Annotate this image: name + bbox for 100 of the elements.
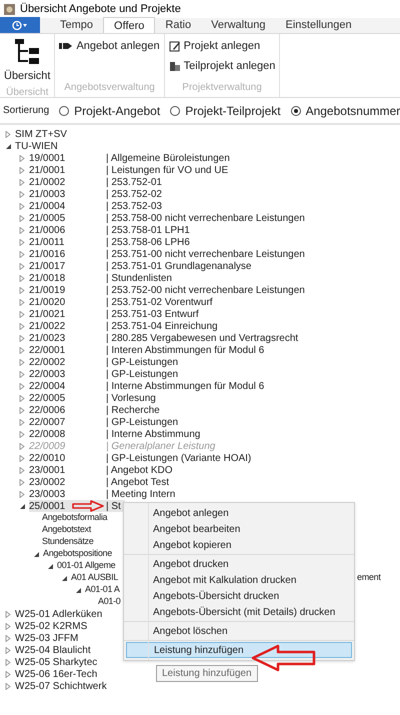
collapsed-icon[interactable] <box>19 454 25 462</box>
menu-item[interactable]: Angebots-Übersicht (mit Details) drucken <box>126 604 352 620</box>
collapsed-icon[interactable] <box>5 670 11 678</box>
collapsed-icon[interactable] <box>19 322 25 330</box>
expanded-icon[interactable] <box>75 586 81 594</box>
collapsed-icon[interactable] <box>19 382 25 390</box>
expanded-icon[interactable] <box>5 142 11 150</box>
app-menu-button[interactable] <box>0 17 40 33</box>
tree-item[interactable]: W25-04 Blaulicht <box>15 642 91 658</box>
collapsed-icon[interactable] <box>19 238 25 246</box>
menu-item[interactable]: Angebot bearbeiten <box>126 521 352 537</box>
expanded-icon[interactable] <box>33 550 39 558</box>
tree-item[interactable]: SIM ZT+SV <box>15 126 67 142</box>
tree-item[interactable]: A01-0 <box>98 595 121 609</box>
tree-item[interactable]: 22/0006 | Recherche <box>29 404 164 416</box>
tree-item[interactable]: 19/0001 | Allgemeine Büroleistungen <box>29 152 234 164</box>
menu-item[interactable]: Angebot kopieren <box>126 537 352 553</box>
collapsed-icon[interactable] <box>19 154 25 162</box>
collapsed-icon[interactable] <box>19 166 25 174</box>
tree-item[interactable]: 23/0001 | Angebot KDO <box>29 464 177 476</box>
tree-item[interactable]: 21/0002 | 253.752-01 <box>29 176 166 188</box>
tree-item[interactable]: 21/0001 | Leistungen für VO und UE <box>29 164 232 176</box>
tree-item[interactable]: 21/0017 | 253.751-01 Grundlagenanalyse <box>29 260 256 272</box>
tree-item[interactable]: A01-01 A <box>85 583 120 597</box>
ribbon-tab[interactable]: Offero <box>103 17 156 33</box>
tree-item[interactable]: 22/0008 | Interne Abstimmung <box>29 428 204 440</box>
collapsed-icon[interactable] <box>19 358 25 366</box>
tree-item[interactable]: 21/0019 | 253.752-00 nicht verrechenbare Leistungen <box>29 284 309 296</box>
collapsed-icon[interactable] <box>19 310 25 318</box>
collapsed-icon[interactable] <box>19 418 25 426</box>
tree-item[interactable]: 21/0011 | 253.758-06 LPH6 <box>29 236 194 248</box>
tree-item[interactable]: 22/0010 | GP-Leistungen (Variante HOAI) <box>29 452 256 464</box>
ribbon-tab[interactable]: Verwaltung <box>201 17 276 33</box>
tree-item[interactable]: 21/0022 | 253.751-04 Einreichung <box>29 320 222 332</box>
tree-item[interactable]: Angebotspositione <box>43 547 112 561</box>
ribbon-tab[interactable]: Ratio <box>155 17 202 33</box>
tree-item[interactable]: W25-02 K2RMS <box>15 618 88 634</box>
collapsed-icon[interactable] <box>19 394 25 402</box>
collapsed-icon[interactable] <box>19 370 25 378</box>
tree-item[interactable]: 001-01 Allgeme <box>57 559 116 573</box>
menu-item[interactable]: Angebot anlegen <box>126 505 352 521</box>
collapsed-icon[interactable] <box>19 250 25 258</box>
expanded-icon[interactable] <box>19 502 25 510</box>
collapsed-icon[interactable] <box>19 286 25 294</box>
collapsed-icon[interactable] <box>5 658 11 666</box>
tree-item[interactable]: 21/0003 | 253.752-02 <box>29 188 166 200</box>
tree-item[interactable]: 21/0020 | 253.751-02 Vorentwurf <box>29 296 217 308</box>
expanded-icon[interactable] <box>47 562 53 570</box>
tree-item[interactable]: Stundensätze <box>42 535 94 549</box>
collapsed-icon[interactable] <box>19 466 25 474</box>
tree-item[interactable]: 21/0018 | Stundenlisten <box>29 272 176 284</box>
tree-item[interactable]: W25-03 JFFM <box>15 630 78 646</box>
collapsed-icon[interactable] <box>5 646 11 654</box>
collapsed-icon[interactable] <box>5 622 11 630</box>
collapsed-icon[interactable] <box>19 442 25 450</box>
ribbon-tab[interactable]: Tempo <box>50 17 104 33</box>
collapsed-icon[interactable] <box>19 262 25 270</box>
menu-item[interactable]: Angebot mit Kalkulation drucken <box>126 572 352 588</box>
tree-item[interactable]: 21/0005 | 253.758-00 nicht verrechenbare Leistungen <box>29 212 309 224</box>
tree-item[interactable]: 22/0005 | Vorlesung <box>29 392 160 404</box>
collapsed-icon[interactable] <box>19 190 25 198</box>
ribbon-button[interactable]: Projekt anlegen <box>168 38 276 54</box>
collapsed-icon[interactable] <box>19 202 25 210</box>
tree-item[interactable]: 21/0023 | 280.285 Vergabewesen und Vertragsrecht <box>29 332 302 344</box>
menu-item[interactable]: Angebots-Übersicht drucken <box>126 588 352 604</box>
collapsed-icon[interactable] <box>19 490 25 498</box>
collapsed-icon[interactable] <box>5 610 11 618</box>
collapsed-icon[interactable] <box>19 406 25 414</box>
tree-item[interactable]: TU-WIEN <box>15 138 58 154</box>
tree-item[interactable]: W25-05 Sharkytec <box>15 654 98 670</box>
tree-item[interactable]: Angebotstext <box>42 523 91 537</box>
tree-item[interactable]: 21/0006 | 253.758-01 LPH1 <box>29 224 194 236</box>
collapsed-icon[interactable] <box>19 334 25 342</box>
collapsed-icon[interactable] <box>5 130 11 138</box>
sort-radio[interactable]: Projekt-Angebot <box>59 102 160 120</box>
tree-item[interactable]: 21/0021 | 253.751-03 Entwurf <box>29 308 203 320</box>
collapsed-icon[interactable] <box>19 178 25 186</box>
sort-radio[interactable]: Angebotsnummer <box>290 102 400 120</box>
ribbon-button[interactable]: Angebot anlegen <box>59 38 160 54</box>
collapsed-icon[interactable] <box>19 346 25 354</box>
tree-item[interactable]: A01 AUSBIL <box>71 571 118 585</box>
tree-item[interactable]: 21/0004 | 253.752-03 <box>29 200 166 212</box>
collapsed-icon[interactable] <box>19 478 25 486</box>
tree-item[interactable]: Angebotsformalia <box>42 511 108 525</box>
collapsed-icon[interactable] <box>19 274 25 282</box>
tree-item[interactable]: 22/0007 | GP-Leistungen <box>29 416 182 428</box>
tree-item[interactable]: 23/0002 | Angebot Test <box>29 476 174 488</box>
tree-item[interactable]: 22/0004 | Interne Abstimmungen für Modul 6 <box>29 380 268 392</box>
collapsed-icon[interactable] <box>19 226 25 234</box>
tree-item[interactable]: 22/0002 | GP-Leistungen <box>29 356 182 368</box>
expanded-icon[interactable] <box>61 574 67 582</box>
collapsed-icon[interactable] <box>19 214 25 222</box>
ribbon-tab[interactable]: Einstellungen <box>276 17 362 33</box>
tree-item[interactable]: 21/0016 | 253.751-00 nicht verrechenbare Leistungen <box>29 248 309 260</box>
tree-item[interactable]: 22/0003 | GP-Leistungen <box>29 368 182 380</box>
menu-item[interactable]: Leistung hinzufügen <box>126 642 352 658</box>
tree-item[interactable]: W25-01 Adlerküken <box>15 606 102 622</box>
menu-item[interactable]: Angebot löschen <box>126 623 352 639</box>
tree-item[interactable]: W25-07 Schichtwerk <box>15 678 107 694</box>
tree-item[interactable]: 23/0003 | Meeting Intern <box>29 488 180 500</box>
